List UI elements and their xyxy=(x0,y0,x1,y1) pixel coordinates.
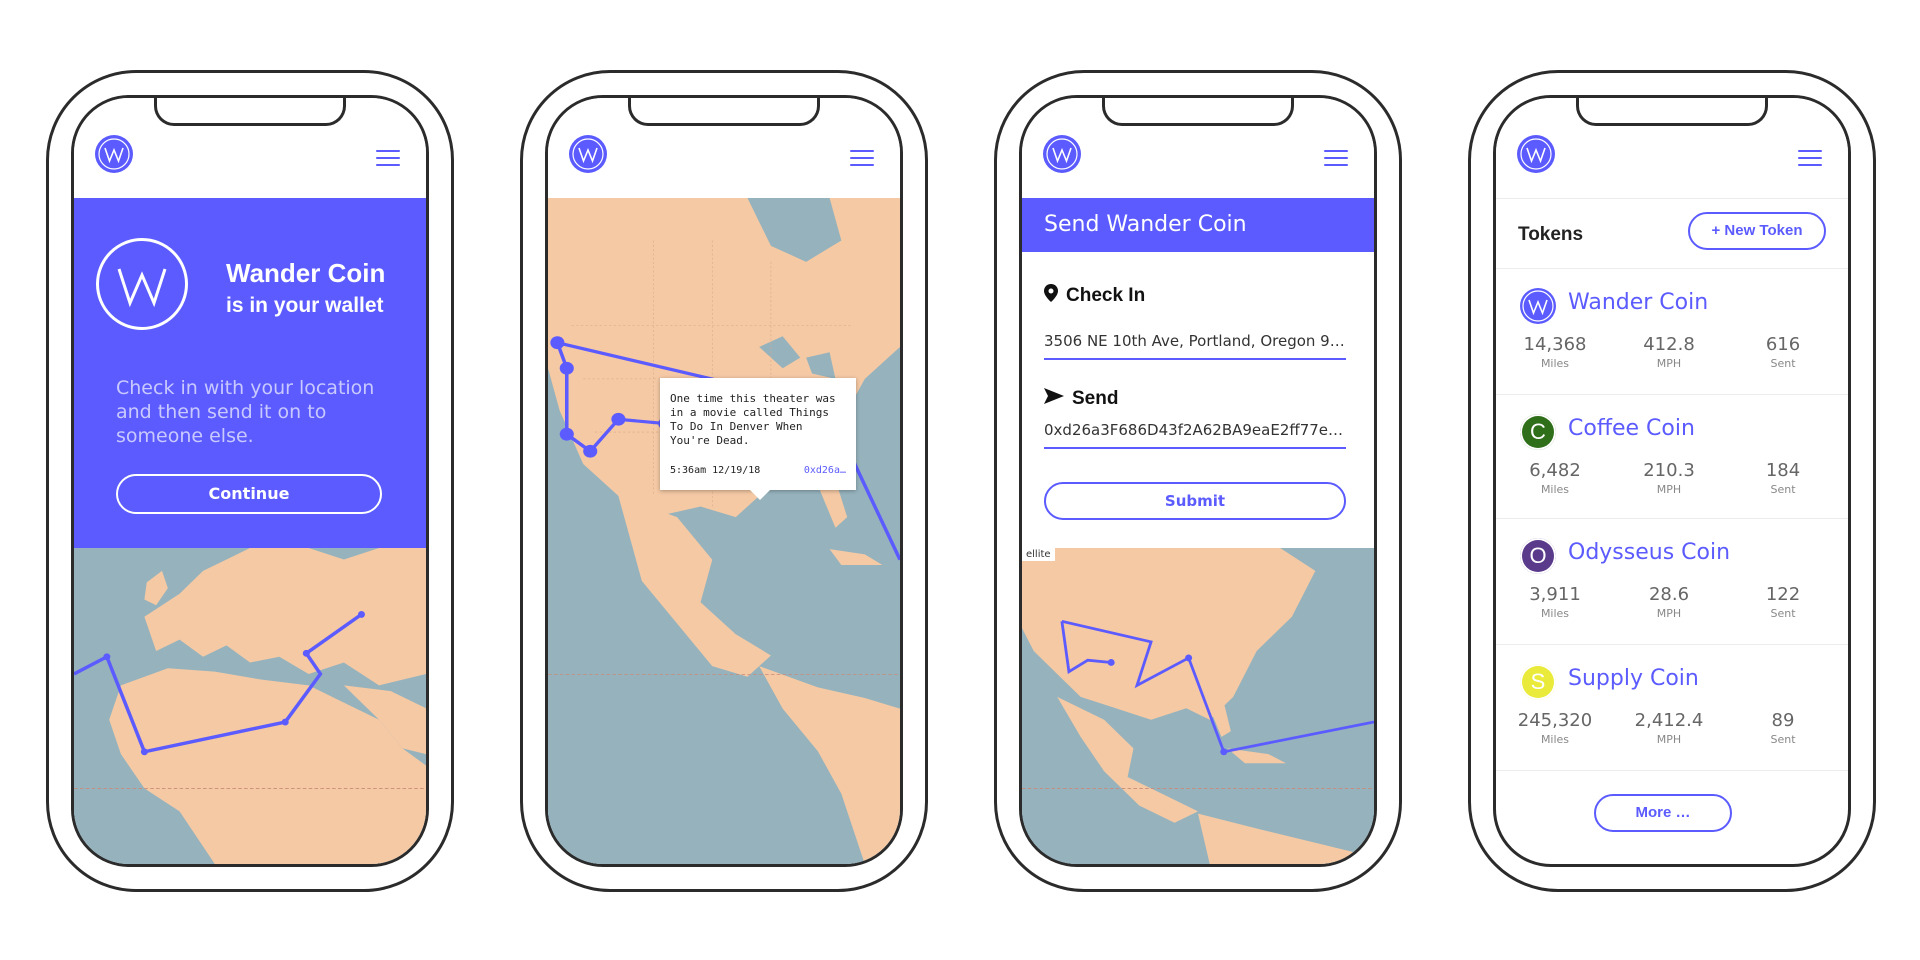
submit-button[interactable]: Submit xyxy=(1044,482,1346,520)
send-header-bar: Send Wander Coin xyxy=(1022,198,1374,252)
stat-miles: 6,482 Miles xyxy=(1529,460,1581,496)
divider xyxy=(1496,268,1848,269)
send-label: Send xyxy=(1044,388,1118,410)
checkin-address-field[interactable]: 3506 NE 10th Ave, Portland, Oregon 972… xyxy=(1044,332,1346,360)
hero-title: Wander Coin xyxy=(226,258,386,288)
stat-sent: 616 Sent xyxy=(1765,334,1801,370)
hero-panel: Wander Coin is in your wallet Check in w… xyxy=(74,198,426,548)
notch xyxy=(1102,98,1294,126)
tooltip-address-link[interactable]: 0xd26a… xyxy=(804,465,846,476)
tokens-title: Tokens xyxy=(1518,224,1584,245)
phone-3: Send Wander Coin Check In 3506 NE 10th A… xyxy=(994,70,1402,892)
hero-description: Check in with your location and then sen… xyxy=(116,377,375,447)
token-row[interactable]: C Coffee Coin 6,482 Miles 210.3 MPH 184 Sen… xyxy=(1496,396,1848,520)
stat-miles: 14,368 Miles xyxy=(1523,334,1587,370)
notch xyxy=(628,98,820,126)
token-name[interactable]: Odysseus Coin xyxy=(1568,540,1730,565)
recipient-address-field[interactable]: 0xd26a3F686D43f2A62BA9eaE2ff77eb8… xyxy=(1044,421,1346,449)
divider xyxy=(1496,770,1848,771)
wander-logo-icon[interactable] xyxy=(1044,136,1080,172)
divider xyxy=(1496,198,1848,199)
phone-4: Tokens + New Token Wander Coin 14,368 Mil… xyxy=(1468,70,1876,892)
map-north-america[interactable]: One time this theater was in a movie cal… xyxy=(548,198,900,864)
token-row[interactable]: S Supply Coin 245,320 Miles 2,412.4 MPH 89… xyxy=(1496,646,1848,770)
token-row[interactable]: O Odysseus Coin 3,911 Miles 28.6 MPH 122 Se… xyxy=(1496,520,1848,644)
checkin-tooltip[interactable]: One time this theater was in a movie cal… xyxy=(660,378,856,500)
hamburger-menu-icon[interactable] xyxy=(1798,150,1822,166)
wander-logo-icon[interactable] xyxy=(96,136,132,172)
token-name[interactable]: Supply Coin xyxy=(1568,666,1699,691)
tooltip-timestamp: 5:36am 12/19/18 xyxy=(670,465,761,476)
token-row[interactable]: Wander Coin 14,368 Miles 412.8 MPH 616 Sent xyxy=(1496,270,1848,394)
stat-mph: 210.3 MPH xyxy=(1643,460,1695,496)
wander-logo-icon[interactable] xyxy=(1518,136,1554,172)
divider xyxy=(1496,644,1848,645)
wander-coin-icon xyxy=(1520,288,1556,324)
stat-sent: 122 Sent xyxy=(1765,584,1801,620)
divider xyxy=(1496,518,1848,519)
token-name[interactable]: Wander Coin xyxy=(1568,290,1708,315)
continue-button[interactable]: Continue xyxy=(116,474,382,514)
stat-miles: 3,911 Miles xyxy=(1529,584,1581,620)
stat-miles: 245,320 Miles xyxy=(1517,710,1593,746)
stat-sent: 89 Sent xyxy=(1770,710,1796,746)
phone-1: Wander Coin is in your wallet Check in w… xyxy=(46,70,454,892)
wander-coin-large-icon xyxy=(96,238,188,330)
stat-mph: 412.8 MPH xyxy=(1643,334,1695,370)
checkin-label: Check In xyxy=(1044,284,1145,308)
wander-logo-icon[interactable] xyxy=(570,136,606,172)
stat-sent: 184 Sent xyxy=(1765,460,1801,496)
tooltip-text: One time this theater was in a movie cal… xyxy=(670,392,836,447)
notch xyxy=(154,98,346,126)
new-token-button[interactable]: + New Token xyxy=(1688,212,1826,250)
more-button[interactable]: More … xyxy=(1594,794,1732,832)
location-pin-icon xyxy=(1044,284,1058,308)
supply-coin-icon: S xyxy=(1520,664,1556,700)
phone-3-screen: Send Wander Coin Check In 3506 NE 10th A… xyxy=(1019,95,1377,867)
phone-2-screen: One time this theater was in a movie cal… xyxy=(545,95,903,867)
hamburger-menu-icon[interactable] xyxy=(1324,150,1348,166)
stat-mph: 2,412.4 MPH xyxy=(1634,710,1704,746)
odysseus-coin-icon: O xyxy=(1520,538,1556,574)
map-europe-africa[interactable] xyxy=(74,548,426,864)
token-name[interactable]: Coffee Coin xyxy=(1568,416,1695,441)
notch xyxy=(1576,98,1768,126)
stat-mph: 28.6 MPH xyxy=(1648,584,1690,620)
send-arrow-icon xyxy=(1044,388,1064,410)
phone-4-screen: Tokens + New Token Wander Coin 14,368 Mil… xyxy=(1493,95,1851,867)
hamburger-menu-icon[interactable] xyxy=(850,150,874,166)
map-type-label[interactable]: ellite xyxy=(1022,548,1055,561)
tooltip-arrow xyxy=(750,490,770,500)
plus-icon: + xyxy=(1711,222,1725,239)
hamburger-menu-icon[interactable] xyxy=(376,150,400,166)
hero-subtitle: is in your wallet xyxy=(226,294,384,317)
coffee-coin-icon: C xyxy=(1520,414,1556,450)
phone-2: One time this theater was in a movie cal… xyxy=(520,70,928,892)
divider xyxy=(1496,394,1848,395)
phone-1-screen: Wander Coin is in your wallet Check in w… xyxy=(71,95,429,867)
map-americas[interactable]: ellite xyxy=(1022,548,1374,864)
